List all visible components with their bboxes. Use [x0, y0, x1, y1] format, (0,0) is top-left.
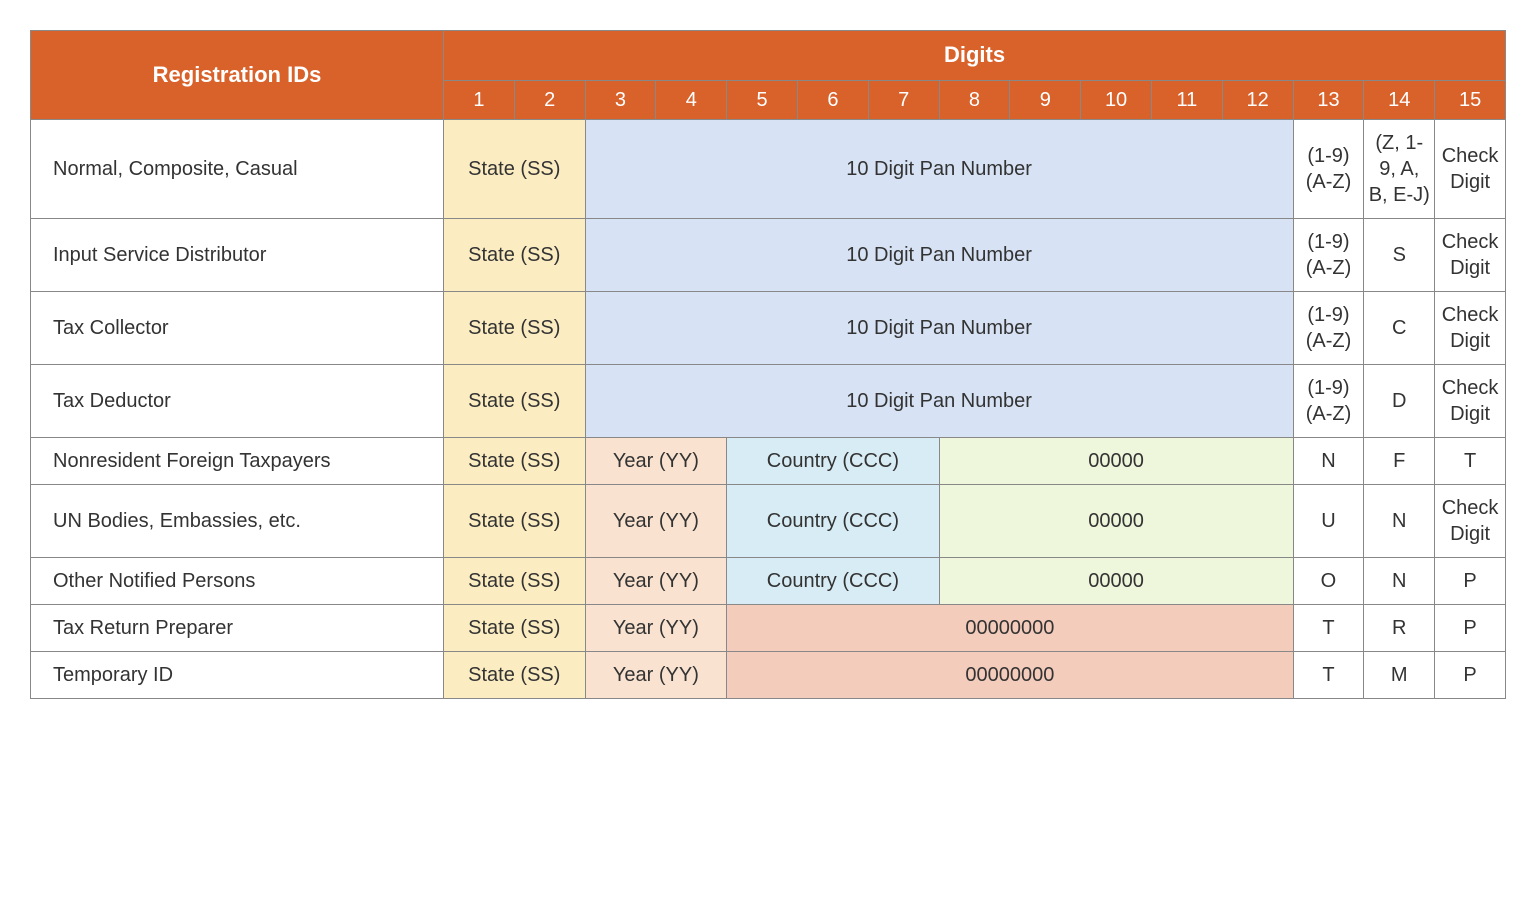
digit-col-11: 11 — [1151, 80, 1222, 119]
table-row: Temporary ID State (SS) Year (YY) 000000… — [31, 651, 1506, 698]
row-label: Normal, Composite, Casual — [31, 119, 444, 218]
digit-col-3: 3 — [585, 80, 656, 119]
cell-d13: T — [1293, 604, 1364, 651]
cell-00000000: 00000000 — [727, 651, 1293, 698]
cell-state: State (SS) — [444, 604, 586, 651]
row-label: Nonresident Foreign Taxpayers — [31, 437, 444, 484]
header-digits: Digits — [444, 31, 1506, 81]
cell-year: Year (YY) — [585, 484, 727, 557]
cell-state: State (SS) — [444, 218, 586, 291]
cell-pan: 10 Digit Pan Number — [585, 364, 1293, 437]
row-label: Temporary ID — [31, 651, 444, 698]
cell-state: State (SS) — [444, 291, 586, 364]
cell-d14: (Z, 1-9, A, B, E-J) — [1364, 119, 1435, 218]
cell-d14: F — [1364, 437, 1435, 484]
cell-d14: N — [1364, 557, 1435, 604]
cell-d15: Check Digit — [1435, 218, 1506, 291]
table-row: Input Service Distributor State (SS) 10 … — [31, 218, 1506, 291]
digit-col-9: 9 — [1010, 80, 1081, 119]
row-label: Input Service Distributor — [31, 218, 444, 291]
cell-d15: Check Digit — [1435, 484, 1506, 557]
cell-d13: N — [1293, 437, 1364, 484]
row-label: Tax Deductor — [31, 364, 444, 437]
digit-col-6: 6 — [797, 80, 868, 119]
cell-d15: P — [1435, 557, 1506, 604]
cell-d14: D — [1364, 364, 1435, 437]
cell-state: State (SS) — [444, 651, 586, 698]
digit-col-5: 5 — [727, 80, 798, 119]
cell-d14: C — [1364, 291, 1435, 364]
cell-year: Year (YY) — [585, 437, 727, 484]
digit-col-1: 1 — [444, 80, 515, 119]
digit-col-7: 7 — [868, 80, 939, 119]
cell-d13: (1-9) (A-Z) — [1293, 291, 1364, 364]
cell-d15: P — [1435, 604, 1506, 651]
cell-d13: (1-9) (A-Z) — [1293, 119, 1364, 218]
cell-pan: 10 Digit Pan Number — [585, 218, 1293, 291]
digit-col-10: 10 — [1081, 80, 1152, 119]
digit-col-14: 14 — [1364, 80, 1435, 119]
digit-col-4: 4 — [656, 80, 727, 119]
cell-d14: N — [1364, 484, 1435, 557]
cell-year: Year (YY) — [585, 651, 727, 698]
registration-id-table: Registration IDs Digits 1 2 3 4 5 6 7 8 … — [30, 30, 1506, 699]
table-row: Tax Deductor State (SS) 10 Digit Pan Num… — [31, 364, 1506, 437]
cell-d15: T — [1435, 437, 1506, 484]
digit-col-15: 15 — [1435, 80, 1506, 119]
cell-d13: U — [1293, 484, 1364, 557]
cell-d13: T — [1293, 651, 1364, 698]
cell-00000: 00000 — [939, 437, 1293, 484]
digit-col-8: 8 — [939, 80, 1010, 119]
cell-pan: 10 Digit Pan Number — [585, 291, 1293, 364]
row-label: Tax Return Preparer — [31, 604, 444, 651]
cell-d15: Check Digit — [1435, 291, 1506, 364]
table-row: Nonresident Foreign Taxpayers State (SS)… — [31, 437, 1506, 484]
cell-d13: (1-9) (A-Z) — [1293, 218, 1364, 291]
table-row: Tax Return Preparer State (SS) Year (YY)… — [31, 604, 1506, 651]
header-registration-ids: Registration IDs — [31, 31, 444, 120]
row-label: Tax Collector — [31, 291, 444, 364]
cell-d13: O — [1293, 557, 1364, 604]
digit-col-12: 12 — [1222, 80, 1293, 119]
cell-state: State (SS) — [444, 364, 586, 437]
cell-d14: M — [1364, 651, 1435, 698]
cell-country: Country (CCC) — [727, 557, 939, 604]
cell-00000000: 00000000 — [727, 604, 1293, 651]
cell-year: Year (YY) — [585, 604, 727, 651]
cell-d15: P — [1435, 651, 1506, 698]
cell-d13: (1-9) (A-Z) — [1293, 364, 1364, 437]
cell-d15: Check Digit — [1435, 119, 1506, 218]
cell-state: State (SS) — [444, 557, 586, 604]
row-label: Other Notified Persons — [31, 557, 444, 604]
digit-col-2: 2 — [514, 80, 585, 119]
cell-state: State (SS) — [444, 119, 586, 218]
cell-state: State (SS) — [444, 437, 586, 484]
cell-00000: 00000 — [939, 484, 1293, 557]
cell-d15: Check Digit — [1435, 364, 1506, 437]
table-row: UN Bodies, Embassies, etc. State (SS) Ye… — [31, 484, 1506, 557]
cell-country: Country (CCC) — [727, 484, 939, 557]
cell-country: Country (CCC) — [727, 437, 939, 484]
cell-d14: S — [1364, 218, 1435, 291]
table-row: Normal, Composite, Casual State (SS) 10 … — [31, 119, 1506, 218]
table-row: Tax Collector State (SS) 10 Digit Pan Nu… — [31, 291, 1506, 364]
cell-state: State (SS) — [444, 484, 586, 557]
digit-col-13: 13 — [1293, 80, 1364, 119]
cell-00000: 00000 — [939, 557, 1293, 604]
table-row: Other Notified Persons State (SS) Year (… — [31, 557, 1506, 604]
cell-d14: R — [1364, 604, 1435, 651]
cell-year: Year (YY) — [585, 557, 727, 604]
row-label: UN Bodies, Embassies, etc. — [31, 484, 444, 557]
cell-pan: 10 Digit Pan Number — [585, 119, 1293, 218]
